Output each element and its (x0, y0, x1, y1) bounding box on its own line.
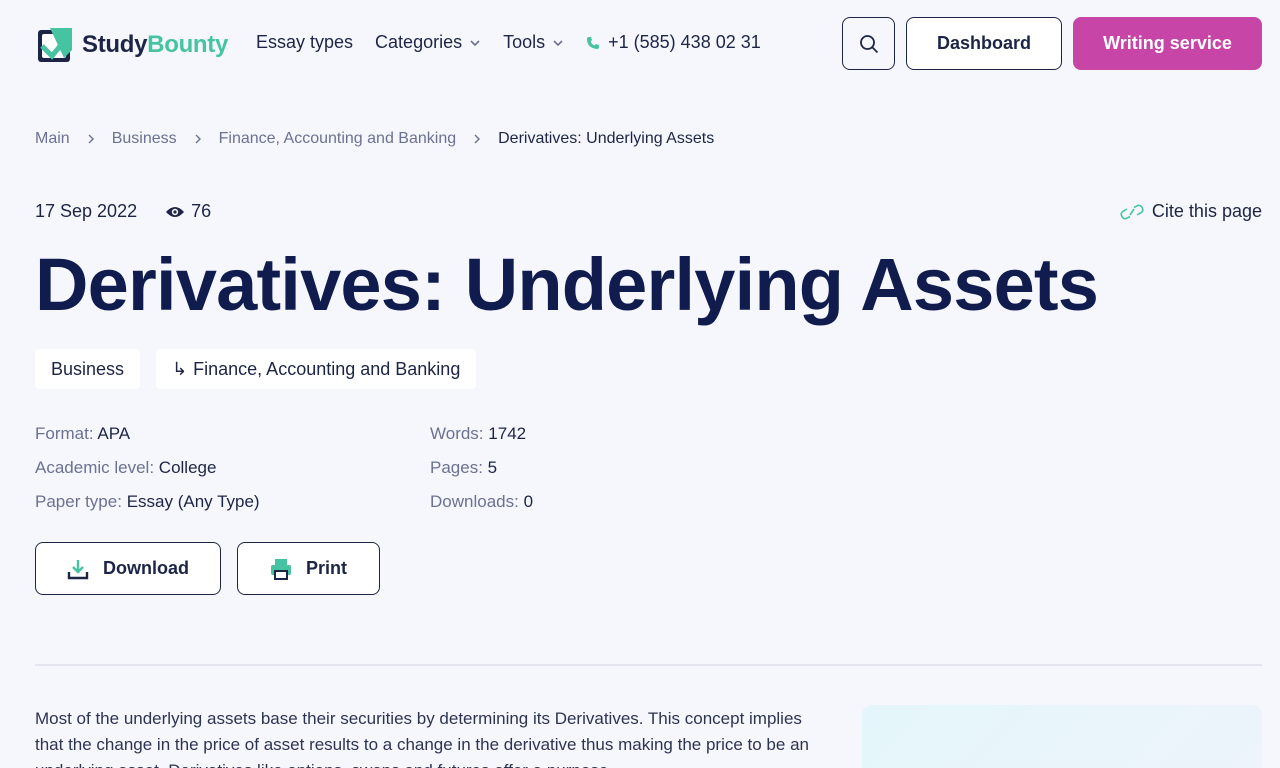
detail-format-value: APA (97, 424, 131, 443)
phone-link[interactable]: +1 (585) 438 02 31 (586, 32, 761, 53)
cite-label: Cite this page (1151, 201, 1262, 221)
category-tags: Business ↳ Finance, Accounting and Bankin… (35, 349, 492, 389)
detail-level-key: Academic level: (35, 458, 155, 477)
breadcrumb-business[interactable]: Business (112, 130, 177, 148)
detail-pages-key: Pages: (430, 458, 483, 477)
link-icon (1120, 204, 1144, 219)
detail-downloads-key: Downloads: (430, 492, 519, 511)
cite-this-page[interactable]: Cite this page (1120, 201, 1262, 222)
paper-actions: Download Print (35, 542, 380, 595)
tag-finance[interactable]: ↳ Finance, Accounting and Banking (156, 349, 477, 389)
view-count-value: 76 (191, 201, 212, 221)
print-button[interactable]: Print (237, 542, 380, 595)
download-icon (67, 559, 89, 579)
chevron-down-icon (553, 39, 563, 46)
nav-essay-types-label: Essay types (256, 32, 354, 52)
view-count: 76 (165, 201, 211, 222)
tag-business-label: Business (51, 358, 125, 379)
writing-service-button-label: Writing service (1103, 33, 1232, 53)
nav-tools-label: Tools (503, 32, 546, 52)
main-nav: Essay types Categories Tools +1 (585) 43… (256, 32, 761, 53)
detail-words-value: 1742 (488, 424, 527, 443)
dashboard-button-label: Dashboard (936, 33, 1032, 53)
breadcrumb-current: Derivatives: Underlying Assets (498, 130, 715, 147)
article-meta: 17 Sep 2022 76 (35, 201, 211, 222)
chevron-right-icon (88, 134, 94, 144)
writing-service-button[interactable]: Writing service (1073, 17, 1262, 70)
logo-mark-icon (38, 28, 72, 62)
studybounty-logo[interactable]: StudyBounty (36, 26, 228, 64)
chevron-down-icon (470, 39, 480, 46)
detail-paper-type-key: Paper type: (35, 492, 122, 511)
search-icon (859, 34, 878, 53)
site-header: StudyBounty Essay types Categories Tools… (0, 0, 1280, 88)
detail-pages-value: 5 (487, 458, 498, 477)
detail-paper-type-value: Essay (Any Type) (126, 492, 260, 511)
phone-number: +1 (585) 438 02 31 (608, 32, 761, 52)
page-title: Derivatives: Underlying Assets (35, 243, 1099, 326)
detail-level-value: College (158, 458, 217, 477)
breadcrumb-main[interactable]: Main (35, 130, 70, 148)
detail-paper-type: Paper type: Essay (Any Type) (35, 492, 260, 512)
logo-text: StudyBounty (82, 31, 229, 58)
search-button[interactable] (842, 17, 895, 70)
detail-format-key: Format: (35, 424, 94, 443)
print-button-label: Print (305, 558, 347, 578)
chevron-right-icon (474, 134, 481, 144)
subcategory-arrow-icon: ↳ (172, 358, 188, 379)
nav-categories-label: Categories (375, 32, 463, 52)
nav-tools[interactable]: Tools (503, 32, 564, 53)
breadcrumb-finance[interactable]: Finance, Accounting and Banking (219, 130, 457, 148)
download-button[interactable]: Download (35, 542, 221, 595)
eye-icon (166, 206, 185, 217)
detail-format: Format: APA (35, 424, 130, 444)
detail-pages: Pages: 5 (430, 458, 497, 478)
detail-words: Words: 1742 (430, 424, 526, 444)
phone-icon (587, 36, 600, 49)
tag-business[interactable]: Business (35, 349, 141, 389)
side-card (862, 705, 1262, 768)
detail-downloads: Downloads: 0 (430, 492, 533, 512)
detail-words-key: Words: (430, 424, 484, 443)
tag-finance-label: Finance, Accounting and Banking (193, 358, 461, 379)
content-divider (35, 664, 1262, 666)
publish-date: 17 Sep 2022 (35, 201, 138, 221)
nav-essay-types[interactable]: Essay types (256, 32, 353, 53)
printer-icon (270, 558, 291, 580)
breadcrumb: Main Business Finance, Accounting and Ba… (35, 130, 714, 148)
dashboard-button[interactable]: Dashboard (906, 17, 1062, 70)
nav-categories[interactable]: Categories (375, 32, 481, 53)
essay-body: Most of the underlying assets base their… (35, 709, 809, 768)
detail-downloads-value: 0 (523, 492, 534, 511)
download-button-label: Download (103, 558, 189, 578)
chevron-right-icon (195, 134, 201, 144)
detail-level: Academic level: College (35, 458, 216, 478)
